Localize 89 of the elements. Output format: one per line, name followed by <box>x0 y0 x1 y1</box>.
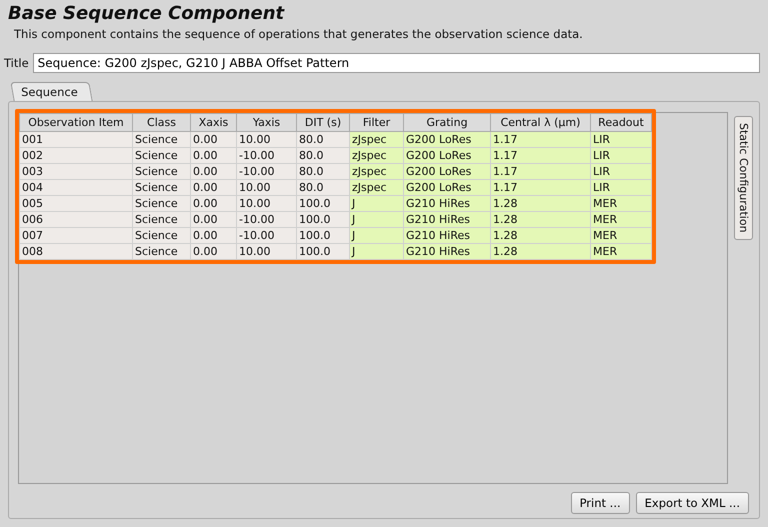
table-cell: 0.00 <box>190 228 236 244</box>
table-cell: 0.00 <box>190 196 236 212</box>
column-header[interactable]: Observation Item <box>20 114 132 132</box>
table-cell: 10.00 <box>236 196 296 212</box>
table-cell: 1.28 <box>490 212 590 228</box>
sequence-tab[interactable]: Sequence <box>10 82 92 101</box>
table-cell: zJspec <box>350 132 404 148</box>
title-field[interactable]: Sequence: G200 zJspec, G210 J ABBA Offset Pattern <box>32 53 760 73</box>
table-cell: -10.00 <box>236 148 296 164</box>
title-label: Title <box>4 56 29 70</box>
table-cell: MER <box>590 196 652 212</box>
table-cell: 0.00 <box>190 148 236 164</box>
table-cell: Science <box>132 164 190 180</box>
table-cell: G210 HiRes <box>404 196 490 212</box>
table-cell: 005 <box>20 196 132 212</box>
column-header[interactable]: DIT (s) <box>296 114 350 132</box>
table-cell: G200 LoRes <box>404 164 490 180</box>
table-cell: 0.00 <box>190 244 236 260</box>
table-cell: 1.17 <box>490 148 590 164</box>
table-cell: 0.00 <box>190 132 236 148</box>
table-cell: 100.0 <box>296 212 350 228</box>
column-header[interactable]: Grating <box>404 114 490 132</box>
table-cell: 0.00 <box>190 180 236 196</box>
table-cell: zJspec <box>350 180 404 196</box>
column-header[interactable]: Yaxis <box>236 114 296 132</box>
table-cell: 002 <box>20 148 132 164</box>
table-cell: zJspec <box>350 148 404 164</box>
table-cell: 001 <box>20 132 132 148</box>
table-cell: LIR <box>590 148 652 164</box>
table-cell: 006 <box>20 212 132 228</box>
table-cell: 1.28 <box>490 244 590 260</box>
table-cell: 1.28 <box>490 228 590 244</box>
table-cell: 007 <box>20 228 132 244</box>
table-cell: 004 <box>20 180 132 196</box>
column-header[interactable]: Filter <box>350 114 404 132</box>
table-cell: 0.00 <box>190 212 236 228</box>
table-cell: 1.17 <box>490 180 590 196</box>
table-cell: 10.00 <box>236 132 296 148</box>
table-cell: G210 HiRes <box>404 212 490 228</box>
table-cell: 100.0 <box>296 196 350 212</box>
table-cell: Science <box>132 244 190 260</box>
table-cell: MER <box>590 212 652 228</box>
table-cell: Science <box>132 212 190 228</box>
column-header[interactable]: Xaxis <box>190 114 236 132</box>
table-cell: 008 <box>20 244 132 260</box>
table-cell: J <box>350 196 404 212</box>
export-button[interactable]: Export to XML ... <box>636 492 749 514</box>
table-cell: -10.00 <box>236 228 296 244</box>
table-cell: zJspec <box>350 164 404 180</box>
table-cell: Science <box>132 196 190 212</box>
table-cell: 10.00 <box>236 180 296 196</box>
table-cell: LIR <box>590 164 652 180</box>
table-cell: G200 LoRes <box>404 180 490 196</box>
table-cell: J <box>350 244 404 260</box>
print-button[interactable]: Print ... <box>570 492 630 514</box>
static-configuration-tab[interactable]: Static Configuration <box>734 116 753 240</box>
table-cell: 1.17 <box>490 132 590 148</box>
column-header[interactable]: Class <box>132 114 190 132</box>
table-cell: G200 LoRes <box>404 132 490 148</box>
table-cell: 003 <box>20 164 132 180</box>
table-cell: -10.00 <box>236 212 296 228</box>
table-cell: 1.17 <box>490 164 590 180</box>
column-header[interactable]: Central λ (µm) <box>490 114 590 132</box>
table-cell: Science <box>132 148 190 164</box>
table-cell: Science <box>132 228 190 244</box>
component-title: Base Sequence Component <box>8 2 286 26</box>
table-cell: 80.0 <box>296 164 350 180</box>
table-cell: -10.00 <box>236 164 296 180</box>
table-cell: Science <box>132 132 190 148</box>
table-cell: J <box>350 228 404 244</box>
table-cell: 80.0 <box>296 132 350 148</box>
component-description: This component contains the sequence of operations that generates the observation science data. <box>13 26 584 42</box>
table-cell: J <box>350 212 404 228</box>
table-cell: 80.0 <box>296 148 350 164</box>
table-cell: Science <box>132 180 190 196</box>
column-header[interactable]: Readout <box>590 114 652 132</box>
table-cell: 100.0 <box>296 228 350 244</box>
table-cell: 0.00 <box>190 164 236 180</box>
table-cell: MER <box>590 244 652 260</box>
table-cell: LIR <box>590 132 652 148</box>
table-cell: LIR <box>590 180 652 196</box>
table-cell: G210 HiRes <box>404 244 490 260</box>
table-cell: 100.0 <box>296 244 350 260</box>
table-cell: G200 LoRes <box>404 148 490 164</box>
table-cell: 1.28 <box>490 196 590 212</box>
table-cell: 10.00 <box>236 244 296 260</box>
table-cell: G210 HiRes <box>404 228 490 244</box>
table-cell: 80.0 <box>296 180 350 196</box>
table-cell: MER <box>590 228 652 244</box>
